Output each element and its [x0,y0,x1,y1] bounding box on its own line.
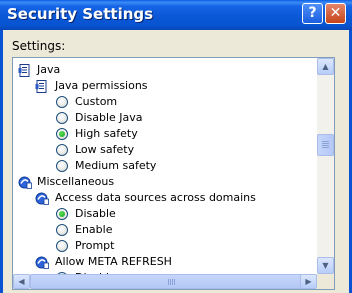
tree-option-item[interactable]: Medium safety [13,158,317,174]
tree-item-label: Medium safety [75,159,157,172]
settings-icon [18,176,32,189]
close-icon: ✕ [329,5,342,21]
radio-button[interactable] [56,112,68,124]
tree-item-label: Allow META REFRESH [55,255,172,268]
vertical-scroll-thumb[interactable] [317,134,334,156]
horizontal-scroll-thumb[interactable] [30,274,313,289]
tree-item-label: Enable [75,223,113,236]
tree-item-label: Miscellaneous [37,175,115,188]
tree-option-item[interactable]: Prompt [13,238,317,254]
settings-label: Settings: [12,39,66,53]
radio-button[interactable] [56,160,68,172]
radio-button[interactable] [56,128,68,140]
window-title: Security Settings [7,5,154,23]
scroll-left-button[interactable]: ◀ [13,274,30,289]
radio-button[interactable] [56,96,68,108]
radio-button[interactable] [56,224,68,236]
scroll-left-icon: ◀ [18,277,25,286]
scroll-up-button[interactable]: ▲ [317,58,334,75]
radio-button[interactable] [56,144,68,156]
tree-option-item[interactable]: Enable [13,222,317,238]
vertical-scrollbar[interactable]: ▲ ▼ [317,58,334,274]
tree-option-item[interactable]: Disable [13,206,317,222]
help-icon: ? [308,5,317,21]
scroll-right-button[interactable]: ▶ [300,274,317,289]
scrollbar-corner [317,274,334,289]
title-bar: Security Settings ? ✕ [0,0,352,30]
help-button[interactable]: ? [302,3,323,24]
radio-button[interactable] [56,208,68,220]
tree-option-item[interactable]: Low safety [13,142,317,158]
tree-group-item: Miscellaneous [13,174,317,190]
scroll-down-icon: ▼ [322,261,329,270]
tree-option-item[interactable]: Custom [13,94,317,110]
tree-subgroup-item: Allow META REFRESH [13,254,317,270]
tree-item-label: Java permissions [55,79,148,92]
tree-option-item[interactable]: High safety [13,126,317,142]
tree-option-item[interactable]: Disable Java [13,110,317,126]
settings-icon [35,256,49,269]
tree-item-label: High safety [75,127,138,140]
document-icon [18,64,31,77]
tree-subgroup-item: Access data sources across domains [13,190,317,206]
settings-tree[interactable]: Java Java permissions Custom Disable Java Hi… [12,57,335,290]
tree-group-item: Java [13,62,317,78]
radio-button[interactable] [56,240,68,252]
window-frame-left [0,30,3,293]
tree-item-label: Disable [75,207,116,220]
scroll-right-icon: ▶ [305,277,312,286]
scroll-down-button[interactable]: ▼ [317,257,334,274]
tree-item-label: Access data sources across domains [55,191,256,204]
tree-item-label: Disable Java [75,111,143,124]
tree-item-label: Prompt [75,239,115,252]
tree-item-label: Low safety [75,143,135,156]
tree-subgroup-item: Java permissions [13,78,317,94]
close-button[interactable]: ✕ [325,3,346,24]
document-icon [35,80,48,93]
tree-item-label: Java [37,63,61,76]
tree-item-label: Custom [75,95,118,108]
horizontal-scrollbar[interactable]: ◀ ▶ [13,274,317,289]
scroll-up-icon: ▲ [322,62,329,71]
settings-icon [35,192,49,205]
